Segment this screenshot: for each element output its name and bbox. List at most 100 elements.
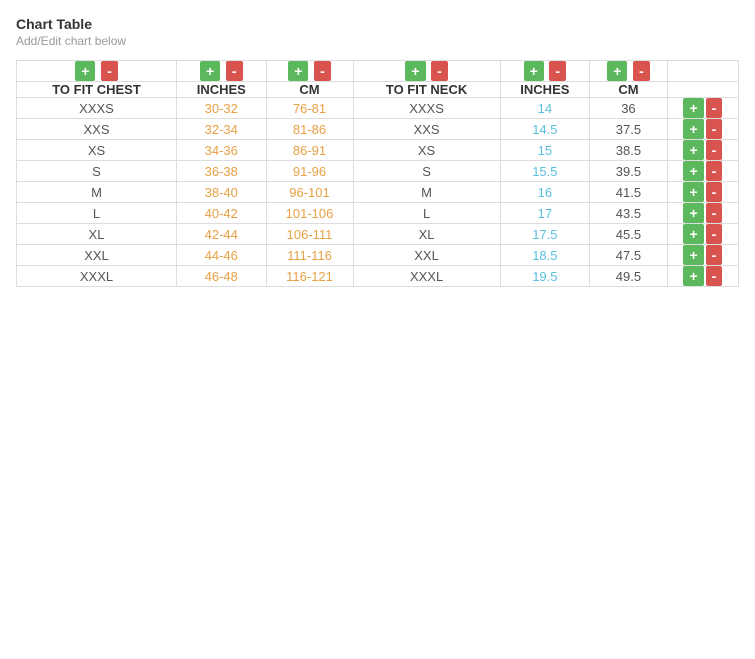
add-row-btn[interactable]: + xyxy=(683,182,703,202)
table-row: XS34-3686-91XS1538.5+- xyxy=(17,140,739,161)
cell-rsize: XXS xyxy=(353,119,500,140)
remove-row-btn[interactable]: - xyxy=(706,161,723,181)
cell-lsize: XXXS xyxy=(17,98,177,119)
row-action-cell: +- xyxy=(667,140,738,161)
cell-rcm: 36 xyxy=(590,98,668,119)
cell-lcm: 86-91 xyxy=(266,140,353,161)
cell-lcm: 91-96 xyxy=(266,161,353,182)
cell-rcm: 39.5 xyxy=(590,161,668,182)
cell-linches: 36-38 xyxy=(177,161,267,182)
add-row-btn[interactable]: + xyxy=(683,140,703,160)
remove-linches-btn[interactable]: - xyxy=(226,61,243,81)
remove-rinches-btn[interactable]: - xyxy=(549,61,566,81)
cell-rinches: 15 xyxy=(500,140,590,161)
cell-rcm: 37.5 xyxy=(590,119,668,140)
col-header-rcm: CM xyxy=(590,82,668,98)
add-rcm-btn[interactable]: + xyxy=(607,61,627,81)
remove-rsize-btn[interactable]: - xyxy=(431,61,448,81)
row-action-cell: +- xyxy=(667,203,738,224)
cell-rsize: XXXL xyxy=(353,266,500,287)
cell-lsize: XXL xyxy=(17,245,177,266)
table-row: XL42-44106-111XL17.545.5+- xyxy=(17,224,739,245)
cell-lcm: 101-106 xyxy=(266,203,353,224)
remove-row-btn[interactable]: - xyxy=(706,119,723,139)
ctrl-rcm: + - xyxy=(590,61,668,82)
cell-rinches: 18.5 xyxy=(500,245,590,266)
add-row-btn[interactable]: + xyxy=(683,224,703,244)
table-row: XXL44-46111-116XXL18.547.5+- xyxy=(17,245,739,266)
cell-linches: 44-46 xyxy=(177,245,267,266)
table-row: S36-3891-96S15.539.5+- xyxy=(17,161,739,182)
page-title: Chart Table xyxy=(16,16,739,32)
cell-linches: 40-42 xyxy=(177,203,267,224)
add-rinches-btn[interactable]: + xyxy=(524,61,544,81)
remove-row-btn[interactable]: - xyxy=(706,140,723,160)
table-row: XXXL46-48116-121XXXL19.549.5+- xyxy=(17,266,739,287)
cell-rinches: 19.5 xyxy=(500,266,590,287)
row-action-cell: +- xyxy=(667,266,738,287)
add-lsize-btn[interactable]: + xyxy=(75,61,95,81)
add-row-btn[interactable]: + xyxy=(683,98,703,118)
cell-rcm: 47.5 xyxy=(590,245,668,266)
remove-row-btn[interactable]: - xyxy=(706,224,723,244)
add-rsize-btn[interactable]: + xyxy=(405,61,425,81)
cell-rinches: 14 xyxy=(500,98,590,119)
ctrl-lcm: + - xyxy=(266,61,353,82)
cell-rcm: 45.5 xyxy=(590,224,668,245)
cell-lsize: XXS xyxy=(17,119,177,140)
remove-lsize-btn[interactable]: - xyxy=(101,61,118,81)
chart-table: + - + - + - + - + - + - xyxy=(16,60,739,287)
cell-rsize: L xyxy=(353,203,500,224)
cell-rcm: 38.5 xyxy=(590,140,668,161)
col-header-rinches: INCHES xyxy=(500,82,590,98)
cell-rinches: 17.5 xyxy=(500,224,590,245)
row-action-cell: +- xyxy=(667,119,738,140)
cell-lcm: 111-116 xyxy=(266,245,353,266)
cell-rsize: M xyxy=(353,182,500,203)
add-row-btn[interactable]: + xyxy=(683,266,703,286)
row-action-cell: +- xyxy=(667,98,738,119)
add-linches-btn[interactable]: + xyxy=(200,61,220,81)
remove-row-btn[interactable]: - xyxy=(706,203,723,223)
cell-rcm: 41.5 xyxy=(590,182,668,203)
col-header-rsize: TO FIT NECK xyxy=(353,82,500,98)
add-row-btn[interactable]: + xyxy=(683,119,703,139)
remove-row-btn[interactable]: - xyxy=(706,182,723,202)
remove-row-btn[interactable]: - xyxy=(706,266,723,286)
cell-lsize: M xyxy=(17,182,177,203)
ctrl-linches: + - xyxy=(177,61,267,82)
ctrl-rsize: + - xyxy=(353,61,500,82)
cell-lcm: 76-81 xyxy=(266,98,353,119)
table-row: L40-42101-106L1743.5+- xyxy=(17,203,739,224)
table-row: XXXS30-3276-81XXXS1436+- xyxy=(17,98,739,119)
row-action-cell: +- xyxy=(667,245,738,266)
row-action-cell: +- xyxy=(667,224,738,245)
cell-lsize: XL xyxy=(17,224,177,245)
cell-lcm: 81-86 xyxy=(266,119,353,140)
row-action-cell: +- xyxy=(667,161,738,182)
cell-rinches: 16 xyxy=(500,182,590,203)
ctrl-rinches: + - xyxy=(500,61,590,82)
cell-linches: 38-40 xyxy=(177,182,267,203)
add-row-btn[interactable]: + xyxy=(683,245,703,265)
cell-lsize: S xyxy=(17,161,177,182)
cell-rcm: 43.5 xyxy=(590,203,668,224)
cell-linches: 30-32 xyxy=(177,98,267,119)
cell-rinches: 15.5 xyxy=(500,161,590,182)
add-row-btn[interactable]: + xyxy=(683,203,703,223)
cell-rsize: XXL xyxy=(353,245,500,266)
remove-row-btn[interactable]: - xyxy=(706,245,723,265)
col-header-action xyxy=(667,82,738,98)
cell-linches: 42-44 xyxy=(177,224,267,245)
add-lcm-btn[interactable]: + xyxy=(288,61,308,81)
cell-linches: 32-34 xyxy=(177,119,267,140)
col-header-linches: INCHES xyxy=(177,82,267,98)
col-header-lsize: TO FIT CHEST xyxy=(17,82,177,98)
table-row: XXS32-3481-86XXS14.537.5+- xyxy=(17,119,739,140)
remove-rcm-btn[interactable]: - xyxy=(633,61,650,81)
remove-lcm-btn[interactable]: - xyxy=(314,61,331,81)
cell-lsize: XS xyxy=(17,140,177,161)
add-row-btn[interactable]: + xyxy=(683,161,703,181)
remove-row-btn[interactable]: - xyxy=(706,98,723,118)
cell-linches: 46-48 xyxy=(177,266,267,287)
